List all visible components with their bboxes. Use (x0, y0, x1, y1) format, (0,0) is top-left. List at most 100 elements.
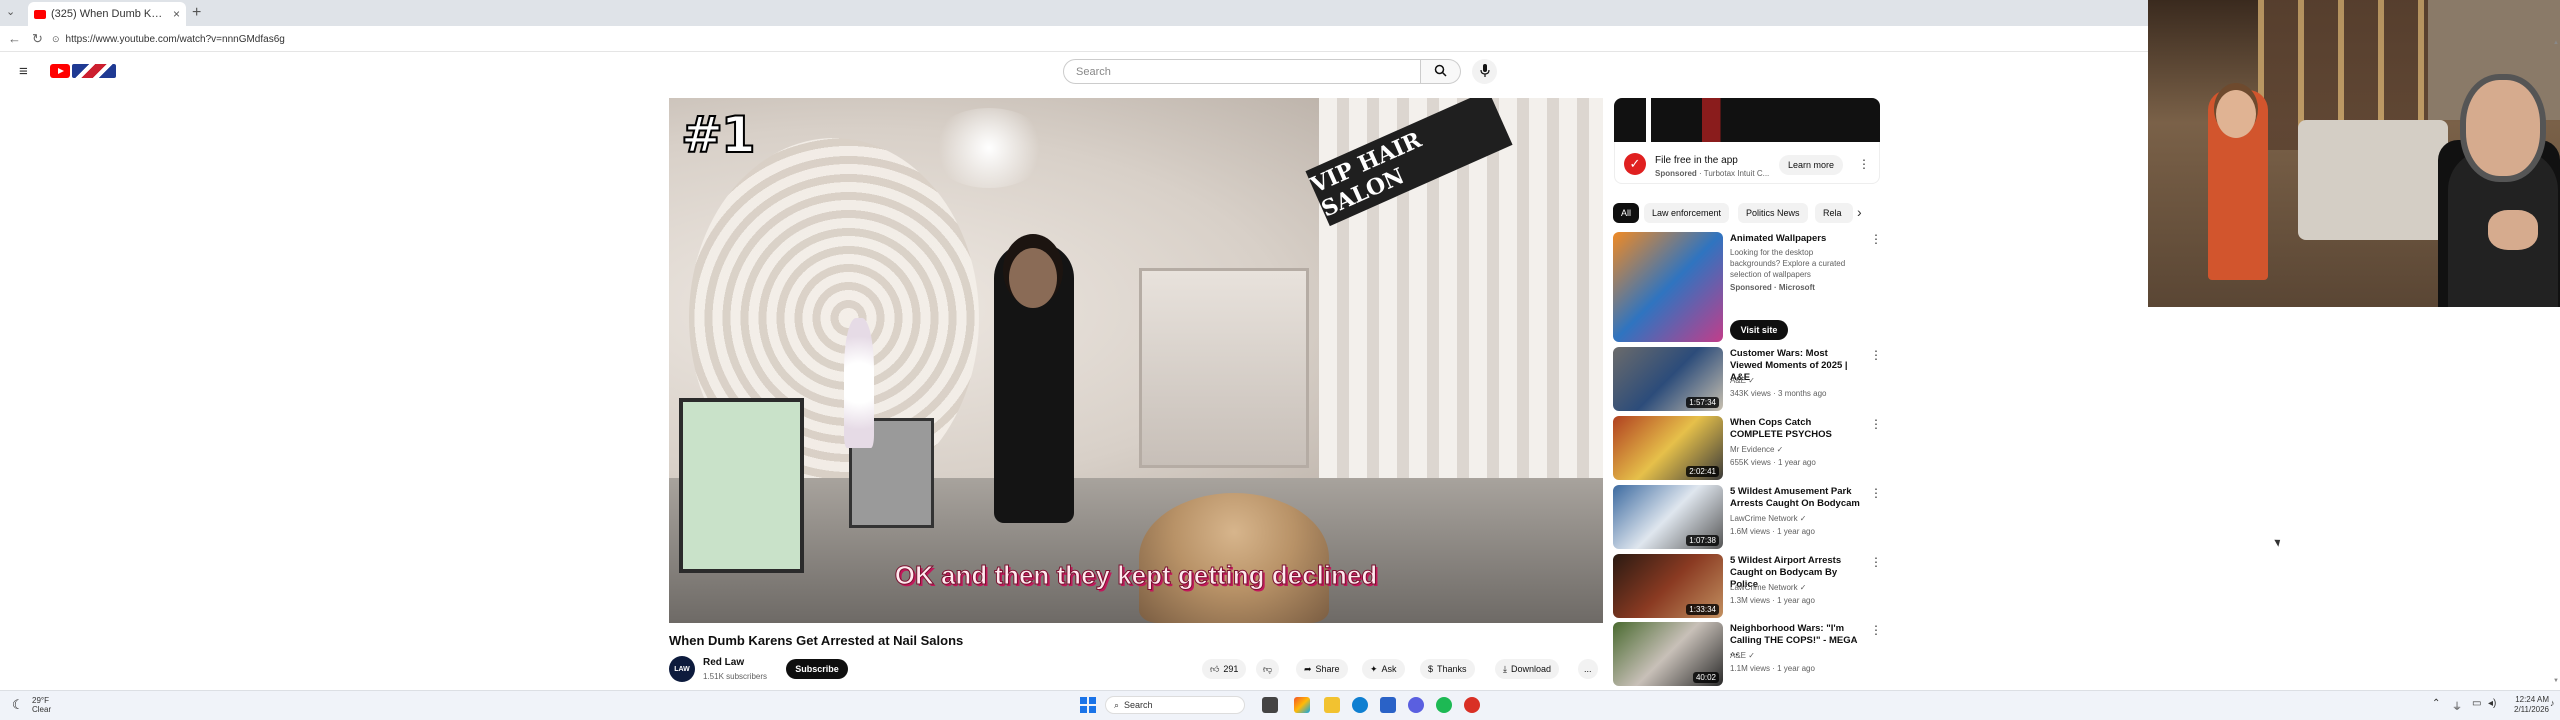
tab-close-icon[interactable]: × (173, 7, 180, 21)
rec-thumbnail-1[interactable]: 1:57:34 (1613, 347, 1723, 411)
webcam-child-head (2216, 90, 2256, 138)
rec-meta-1: 343K views · 3 months ago (1730, 389, 1827, 398)
outlook-icon[interactable] (1380, 697, 1396, 713)
rec-title-3[interactable]: 5 Wildest Amusement Park Arrests Caught … (1730, 486, 1860, 510)
task-view-icon[interactable] (1262, 697, 1278, 713)
video-frame-desk (669, 478, 1603, 623)
rec-channel-5[interactable]: A&E ✓ (1730, 650, 1755, 661)
new-tab-button[interactable]: + (192, 4, 201, 22)
rec-menu-icon-0[interactable]: ⋮ (1870, 232, 1882, 246)
dislike-button[interactable]: 👎︎ (1256, 659, 1280, 679)
chip-related[interactable]: Rela (1815, 203, 1853, 223)
rec-menu-icon-5[interactable]: ⋮ (1870, 623, 1882, 637)
tray-overflow-icon[interactable]: ⌃ (2432, 698, 2440, 709)
ad-sponsored-label: Sponsored (1655, 169, 1697, 178)
rec-meta-2: 655K views · 1 year ago (1730, 458, 1816, 467)
browser-tab[interactable]: (325) When Dumb Karens Get × (28, 2, 186, 26)
rec-channel-3[interactable]: LawCrime Network ✓ (1730, 513, 1807, 524)
share-button[interactable]: ➦ Share (1296, 659, 1348, 679)
voice-search-button[interactable] (1472, 59, 1497, 84)
ad-advertiser: Turbotax Intuit C... (1703, 169, 1770, 178)
search-button[interactable] (1421, 59, 1461, 84)
rec-thumbnail-0[interactable] (1613, 232, 1723, 342)
app-icon[interactable] (1294, 697, 1310, 713)
menu-icon[interactable]: ≡ (19, 63, 28, 80)
rec-thumbnail-art-0 (1613, 232, 1723, 342)
system-clock[interactable]: 12:24 AM 2/11/2026 (2514, 695, 2549, 715)
channel-subscribers: 1.51K subscribers (703, 672, 768, 681)
ad-banner-image[interactable] (1614, 98, 1880, 142)
video-title: When Dumb Karens Get Arrested at Nail Sa… (669, 633, 964, 648)
notification-bell-icon[interactable]: ♪ (2550, 698, 2555, 708)
like-button[interactable]: 👍︎ 291 (1202, 659, 1247, 679)
thanks-button[interactable]: $ Thanks (1420, 659, 1475, 679)
rec-duration-5: 40:02 (1692, 672, 1719, 683)
subscribe-button[interactable]: Subscribe (786, 659, 848, 679)
edge-browser-icon[interactable] (1352, 697, 1368, 713)
start-button-windows-icon[interactable] (1080, 697, 1096, 713)
rec-channel-1[interactable]: A&E ✓ (1730, 375, 1755, 386)
channel-name[interactable]: Red Law (703, 657, 744, 668)
microphone-icon (1479, 63, 1490, 80)
download-icon: ⤓ (1503, 663, 1507, 674)
video-frame-light (929, 108, 1049, 188)
rec-meta-3: 1.6M views · 1 year ago (1730, 527, 1815, 536)
ask-button[interactable]: ✦ Ask (1362, 659, 1405, 679)
volume-icon[interactable]: ◂) (2488, 698, 2496, 709)
ad-menu-icon[interactable]: ⋮ (1858, 157, 1870, 171)
rec-duration-1: 1:57:34 (1686, 397, 1719, 408)
more-icon: ... (1584, 664, 1592, 674)
chrome-icon[interactable] (1464, 697, 1480, 713)
rec-menu-icon-1[interactable]: ⋮ (1870, 348, 1882, 362)
reload-icon[interactable]: ↻ (32, 31, 43, 47)
rec-thumbnail-3[interactable]: 1:07:38 (1613, 485, 1723, 549)
rec-menu-icon-2[interactable]: ⋮ (1870, 417, 1882, 431)
download-label: Download (1510, 664, 1552, 674)
rec-meta-5: 1.1M views · 1 year ago (1730, 664, 1815, 673)
scroll-down-icon[interactable]: ▼ (2553, 678, 2559, 684)
chip-law-enforcement[interactable]: Law enforcement (1644, 203, 1730, 223)
video-frame-shelf (1139, 268, 1309, 468)
visit-site-button[interactable]: Visit site (1730, 320, 1788, 340)
video-player[interactable]: VIP HAIR SALON #1 OK and then they kept … (669, 98, 1603, 623)
spotify-icon[interactable] (1436, 697, 1452, 713)
rec-title-2[interactable]: When Cops Catch COMPLETE PSYCHOS (1730, 417, 1860, 441)
teams-icon[interactable] (1408, 697, 1424, 713)
rec-thumbnail-5[interactable]: 40:02 (1613, 622, 1723, 686)
scroll-up-icon[interactable]: ▲ (2553, 40, 2559, 46)
ask-label: Ask (1381, 664, 1397, 674)
share-icon: ➦ (1304, 663, 1312, 674)
channel-avatar[interactable]: LAW (669, 656, 695, 682)
youtube-logo-icon[interactable] (50, 64, 70, 78)
rec-channel-4[interactable]: LawCrime Network ✓ (1730, 582, 1807, 593)
address-bar[interactable]: ⊙ https://www.youtube.com/watch?v=nnnGMd… (52, 30, 2132, 48)
taskbar-search-label: Search (1124, 700, 1153, 710)
file-explorer-icon[interactable] (1324, 697, 1340, 713)
back-icon[interactable]: ← (8, 31, 21, 46)
clock-date: 2/11/2026 (2514, 705, 2549, 714)
ad-learn-more-button[interactable]: Learn more (1779, 155, 1843, 175)
download-button[interactable]: ⤓ Download (1495, 659, 1560, 679)
taskbar-search[interactable]: ⌕ Search (1105, 696, 1245, 714)
rec-thumbnail-2[interactable]: 2:02:41 (1613, 416, 1723, 480)
thanks-icon: $ (1428, 664, 1434, 674)
rec-channel-2[interactable]: Mr Evidence ✓ (1730, 444, 1783, 455)
weather-widget[interactable]: 29°F Clear (32, 696, 51, 714)
chevron-right-icon[interactable]: › (1857, 204, 1862, 220)
chip-politics-news[interactable]: Politics News (1738, 203, 1808, 223)
chip-all[interactable]: All (1613, 203, 1640, 223)
site-info-icon[interactable]: ⊙ (52, 34, 60, 45)
usb-icon[interactable]: ⏚ (2452, 698, 2462, 713)
search-input[interactable]: Search (1063, 59, 1421, 84)
rec-title-0[interactable]: Animated Wallpapers (1730, 233, 1860, 245)
tab-search-icon[interactable]: ⌄ (6, 5, 15, 18)
youtube-doodle-logo[interactable] (72, 64, 116, 78)
weather-moon-icon[interactable]: ☾ (12, 697, 24, 713)
ad-title[interactable]: File free in the app (1655, 155, 1738, 166)
network-icon[interactable]: ▭ (2472, 698, 2481, 709)
more-actions-button[interactable]: ... (1578, 659, 1598, 679)
thanks-label: Thanks (1437, 664, 1467, 674)
rec-menu-icon-4[interactable]: ⋮ (1870, 555, 1882, 569)
rec-menu-icon-3[interactable]: ⋮ (1870, 486, 1882, 500)
rec-thumbnail-4[interactable]: 1:33:34 (1613, 554, 1723, 618)
